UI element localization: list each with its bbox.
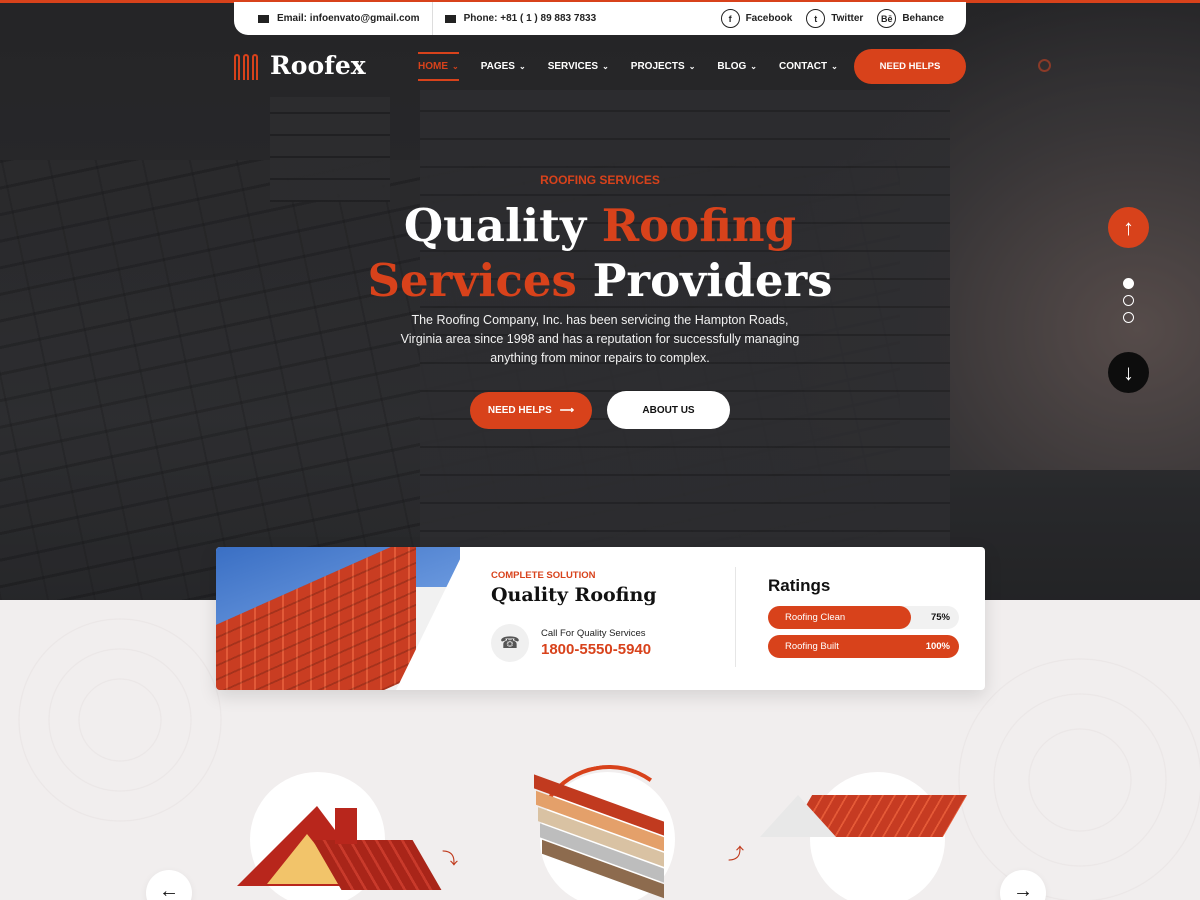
nav-label: PAGES [480,61,515,72]
nav-label: BLOG [717,61,747,72]
chevron-down-icon: ⌄ [750,62,757,71]
rating-bar-roofing-clean: Roofing Clean 75% [768,606,959,629]
rating-bar-roofing-built: Roofing Built 100% [768,635,959,658]
nav-item-contact[interactable]: CONTACT ⌄ [779,52,838,81]
chevron-down-icon: ⌄ [688,62,696,71]
nav-item-pages[interactable]: PAGES ⌄ [481,52,526,81]
need-helps-header-button[interactable]: NEED HELPS [854,49,966,84]
social-twitter-label: Twitter [831,13,864,24]
chevron-down-icon: ⌄ [831,62,838,71]
nav-label: PROJECTS [630,61,685,72]
call-label: Call For Quality Services [541,628,646,639]
chevron-down-icon: ⌄ [518,62,526,71]
behance-icon: Bē [877,9,897,28]
site-logo[interactable]: Roofex [234,50,366,80]
nav-item-services[interactable]: SERVICES ⌄ [548,52,609,81]
house-truss-illustration [237,806,442,900]
social-facebook-link[interactable]: f Facebook [720,9,793,28]
rating-percent: 100% [925,641,950,652]
hero-title: Quality Roofing Services Providers [0,198,1200,308]
social-facebook-label: Facebook [745,13,793,24]
search-icon[interactable] [1038,59,1051,72]
main-nav: HOME ⌄ PAGES ⌄ SERVICES ⌄ PROJECTS ⌄ BLOG ⌄ C… [418,52,860,81]
topbar-phone[interactable]: Phone: +81 ( 1 ) 89 883 7833 [444,13,597,24]
nav-item-blog[interactable]: BLOG ⌄ [717,52,757,81]
contact-topbar: Email: infoenvato@gmail.com Phone: +81 (… [234,2,966,35]
curved-arrow-icon: ⤴ [728,846,745,863]
arrow-right-icon: ⟶ [559,405,575,416]
topbar-phone-text: Phone: +81 ( 1 ) 89 883 7833 [463,13,597,24]
rating-label: Roofing Built [785,641,839,652]
slider-dot-3[interactable] [1123,312,1134,323]
slider-next-arrow-down-icon[interactable]: ↓ [1108,352,1149,393]
nav-label: CONTACT [778,61,828,72]
hero-title-word: Quality [403,199,587,252]
slider-dot-2[interactable] [1123,295,1134,306]
hero-kicker: ROOFING SERVICES [540,173,660,187]
envelope-icon [258,14,269,23]
social-behance-link[interactable]: Bē Behance [877,9,944,28]
nav-label: SERVICES [547,61,599,72]
nav-item-home[interactable]: HOME ⌄ [418,52,459,81]
hero-description: The Roofing Company, Inc. has been servi… [400,313,800,365]
nav-item-projects[interactable]: PROJECTS ⌄ [631,52,696,81]
topbar-email[interactable]: Email: infoenvato@gmail.com [258,13,420,24]
chevron-down-icon: ⌄ [452,62,459,71]
topbar-divider [431,2,433,35]
topbar-email-text: Email: infoenvato@gmail.com [277,13,420,24]
about-us-button[interactable]: ABOUT US [607,391,730,429]
logo-text: Roofex [270,50,366,80]
rating-percent: 75% [930,612,950,623]
roof-logo-icon [234,50,262,80]
card-title: Quality Roofing [491,584,657,606]
slider-dot-1[interactable] [1123,278,1134,289]
telephone-icon: ☎ [491,624,529,662]
hero-title-word-accent: Roofing [601,199,797,252]
curved-arrow-icon: ⤵ [442,851,459,868]
call-number[interactable]: 1800-5550-5940 [541,641,651,658]
gable-roof-illustration [760,795,968,855]
chevron-down-icon: ⌄ [602,62,609,71]
hero-title-word-accent: Services [367,254,577,307]
need-helps-hero-button[interactable]: NEED HELPS ⟶ [470,392,592,429]
slider-prev-arrow-up-icon[interactable]: ↑ [1108,207,1149,248]
phone-icon [444,14,456,23]
facebook-icon: f [720,9,740,28]
quality-roofing-card: COMPLETE SOLUTION Quality Roofing ☎ Call… [216,547,985,690]
twitter-icon: t [806,9,826,28]
card-kicker: COMPLETE SOLUTION [491,570,596,581]
rating-label: Roofing Clean [785,612,846,623]
card-divider [735,567,736,667]
roof-layers-illustration [524,774,674,899]
button-label: NEED HELPS [487,405,552,416]
hero-title-word: Providers [592,254,833,307]
nav-label: HOME [418,61,448,72]
social-twitter-link[interactable]: t Twitter [806,9,863,28]
social-behance-label: Behance [902,13,944,24]
roof-photo [216,547,460,690]
ratings-title: Ratings [768,576,831,595]
